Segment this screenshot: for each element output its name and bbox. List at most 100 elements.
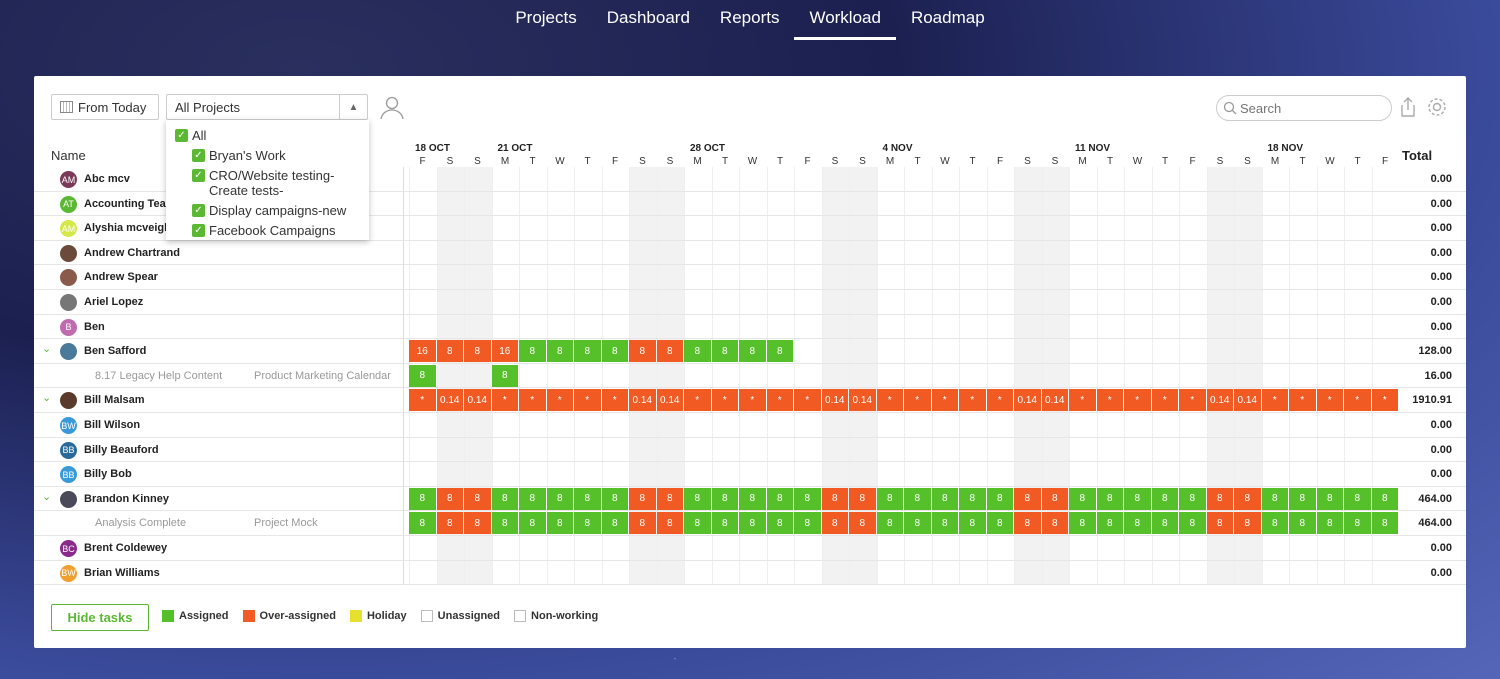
user-icon[interactable] bbox=[379, 94, 405, 120]
over-assigned-cell[interactable]: 0.14 bbox=[1014, 389, 1041, 412]
person-name[interactable]: Alyshia mcveigh bbox=[84, 222, 171, 234]
assigned-cell[interactable]: 8 bbox=[1179, 512, 1206, 535]
task-row[interactable]: Analysis Complete Project Mock 8 8 8 8 8 8 8 8 8 8 8… bbox=[34, 511, 1466, 536]
over-assigned-cell[interactable]: * bbox=[491, 389, 518, 412]
person-name[interactable]: Bill Malsam bbox=[84, 394, 145, 406]
assigned-cell[interactable]: 8 bbox=[1261, 512, 1288, 535]
over-assigned-cell[interactable]: * bbox=[1096, 389, 1123, 412]
assigned-cell[interactable]: 8 bbox=[1261, 487, 1288, 510]
over-assigned-cell[interactable]: * bbox=[1151, 389, 1178, 412]
assigned-cell[interactable]: 8 bbox=[766, 512, 793, 535]
assigned-cell[interactable]: 8 bbox=[601, 487, 628, 510]
assigned-cell[interactable]: 8 bbox=[409, 487, 436, 510]
checkbox-icon[interactable]: ✓ bbox=[175, 129, 188, 142]
over-assigned-cell[interactable]: 8 bbox=[656, 487, 683, 510]
over-assigned-cell[interactable]: 8 bbox=[1014, 512, 1041, 535]
project-select[interactable]: All Projects ▲ bbox=[166, 94, 368, 120]
over-assigned-cell[interactable]: 8 bbox=[821, 512, 848, 535]
over-assigned-cell[interactable]: 8 bbox=[464, 487, 491, 510]
over-assigned-cell[interactable]: * bbox=[986, 389, 1013, 412]
over-assigned-cell[interactable]: * bbox=[1179, 389, 1206, 412]
over-assigned-cell[interactable]: 8 bbox=[464, 512, 491, 535]
person-row[interactable]: ⌄ Bill Malsam * 0.14 0.14 * * * * * 0.14 0.14 * * * * * 0… bbox=[34, 388, 1466, 413]
over-assigned-cell[interactable]: 8 bbox=[1234, 487, 1261, 510]
person-row[interactable]: Andrew Spear 0.00 bbox=[34, 265, 1466, 290]
dropdown-item-display-campaigns[interactable]: ✓ Display campaigns-new bbox=[166, 203, 369, 218]
assigned-cell[interactable]: 8 bbox=[931, 487, 958, 510]
assigned-cell[interactable]: 8 bbox=[684, 340, 711, 363]
over-assigned-cell[interactable]: 8 bbox=[629, 340, 656, 363]
person-name[interactable]: Brian Williams bbox=[84, 567, 160, 579]
person-name[interactable]: Brandon Kinney bbox=[84, 493, 169, 505]
chevron-down-icon[interactable]: ⌄ bbox=[42, 393, 52, 404]
person-row[interactable]: B Ben 0.00 bbox=[34, 314, 1466, 340]
assigned-cell[interactable]: 8 bbox=[711, 487, 738, 510]
person-name[interactable]: Accounting Team bbox=[84, 198, 175, 210]
over-assigned-cell[interactable]: 0.14 bbox=[436, 389, 463, 412]
assigned-cell[interactable]: 8 bbox=[1316, 512, 1343, 535]
person-row[interactable]: BB Billy Beauford 0.00 bbox=[34, 437, 1466, 463]
checkbox-icon[interactable]: ✓ bbox=[192, 204, 205, 217]
over-assigned-cell[interactable]: * bbox=[711, 389, 738, 412]
assigned-cell[interactable]: 8 bbox=[739, 340, 766, 363]
over-assigned-cell[interactable]: 8 bbox=[656, 340, 683, 363]
person-name[interactable]: Bill Wilson bbox=[84, 419, 140, 431]
dropdown-item-bryans-work[interactable]: ✓ Bryan's Work bbox=[166, 148, 369, 163]
assigned-cell[interactable]: 8 bbox=[1289, 487, 1316, 510]
over-assigned-cell[interactable]: * bbox=[409, 389, 436, 412]
over-assigned-cell[interactable]: * bbox=[684, 389, 711, 412]
assigned-cell[interactable]: 8 bbox=[546, 512, 573, 535]
over-assigned-cell[interactable]: 8 bbox=[436, 512, 463, 535]
person-row[interactable]: ⌄ Brandon Kinney 8 8 8 8 8 8 8 8 8 8 8 8 8 8 8 8 8 8 8 8 8 8 8 8 8… bbox=[34, 486, 1466, 512]
assigned-cell[interactable]: 8 bbox=[491, 487, 518, 510]
search-input[interactable] bbox=[1240, 100, 1380, 116]
over-assigned-cell[interactable]: * bbox=[1371, 389, 1398, 412]
over-assigned-cell[interactable]: * bbox=[904, 389, 931, 412]
checkbox-icon[interactable]: ✓ bbox=[192, 149, 205, 162]
assigned-cell[interactable]: 8 bbox=[684, 487, 711, 510]
assigned-cell[interactable]: 8 bbox=[409, 512, 436, 535]
person-row[interactable]: Andrew Chartrand 0.00 bbox=[34, 240, 1466, 266]
chevron-down-icon[interactable]: ⌄ bbox=[42, 491, 52, 502]
assigned-cell[interactable]: 8 bbox=[574, 512, 601, 535]
assigned-cell[interactable]: 8 bbox=[1371, 487, 1398, 510]
assigned-cell[interactable]: 8 bbox=[1124, 512, 1151, 535]
over-assigned-cell[interactable]: 8 bbox=[1041, 487, 1068, 510]
over-assigned-cell[interactable]: * bbox=[1344, 389, 1371, 412]
assigned-cell[interactable]: 8 bbox=[931, 512, 958, 535]
assigned-cell[interactable]: 8 bbox=[739, 512, 766, 535]
over-assigned-cell[interactable]: * bbox=[1261, 389, 1288, 412]
nav-reports[interactable]: Reports bbox=[705, 0, 795, 40]
over-assigned-cell[interactable]: 8 bbox=[436, 340, 463, 363]
assigned-cell[interactable]: 8 bbox=[876, 487, 903, 510]
assigned-cell[interactable]: 8 bbox=[409, 364, 436, 387]
assigned-cell[interactable]: 8 bbox=[1096, 487, 1123, 510]
over-assigned-cell[interactable]: 8 bbox=[821, 487, 848, 510]
triangle-up-icon[interactable]: ▲ bbox=[339, 95, 367, 119]
over-assigned-cell[interactable]: 8 bbox=[1206, 512, 1233, 535]
person-name[interactable]: Abc mcv bbox=[84, 173, 130, 185]
over-assigned-cell[interactable]: 8 bbox=[1014, 487, 1041, 510]
person-name[interactable]: Brent Coldewey bbox=[84, 542, 167, 554]
assigned-cell[interactable]: 8 bbox=[959, 512, 986, 535]
assigned-cell[interactable]: 8 bbox=[1124, 487, 1151, 510]
over-assigned-cell[interactable]: * bbox=[766, 389, 793, 412]
gear-icon[interactable] bbox=[1426, 96, 1448, 118]
assigned-cell[interactable]: 8 bbox=[1069, 487, 1096, 510]
assigned-cell[interactable]: 8 bbox=[1316, 487, 1343, 510]
person-row[interactable]: Ariel Lopez 0.00 bbox=[34, 290, 1466, 315]
nav-workload[interactable]: Workload bbox=[794, 0, 896, 40]
nav-projects[interactable]: Projects bbox=[500, 0, 591, 40]
assigned-cell[interactable]: 8 bbox=[1371, 512, 1398, 535]
person-name[interactable]: Ben Safford bbox=[84, 345, 146, 357]
over-assigned-cell[interactable]: 0.14 bbox=[1206, 389, 1233, 412]
dropdown-item-cro-website[interactable]: ✓ CRO/Website testing- Create tests- bbox=[166, 168, 369, 198]
over-assigned-cell[interactable]: 0.14 bbox=[849, 389, 876, 412]
assigned-cell[interactable]: 8 bbox=[601, 512, 628, 535]
hide-tasks-button[interactable]: Hide tasks bbox=[51, 604, 149, 631]
assigned-cell[interactable]: 8 bbox=[1151, 512, 1178, 535]
over-assigned-cell[interactable]: 8 bbox=[1234, 512, 1261, 535]
over-assigned-cell[interactable]: * bbox=[959, 389, 986, 412]
over-assigned-cell[interactable]: * bbox=[739, 389, 766, 412]
assigned-cell[interactable]: 8 bbox=[794, 512, 821, 535]
